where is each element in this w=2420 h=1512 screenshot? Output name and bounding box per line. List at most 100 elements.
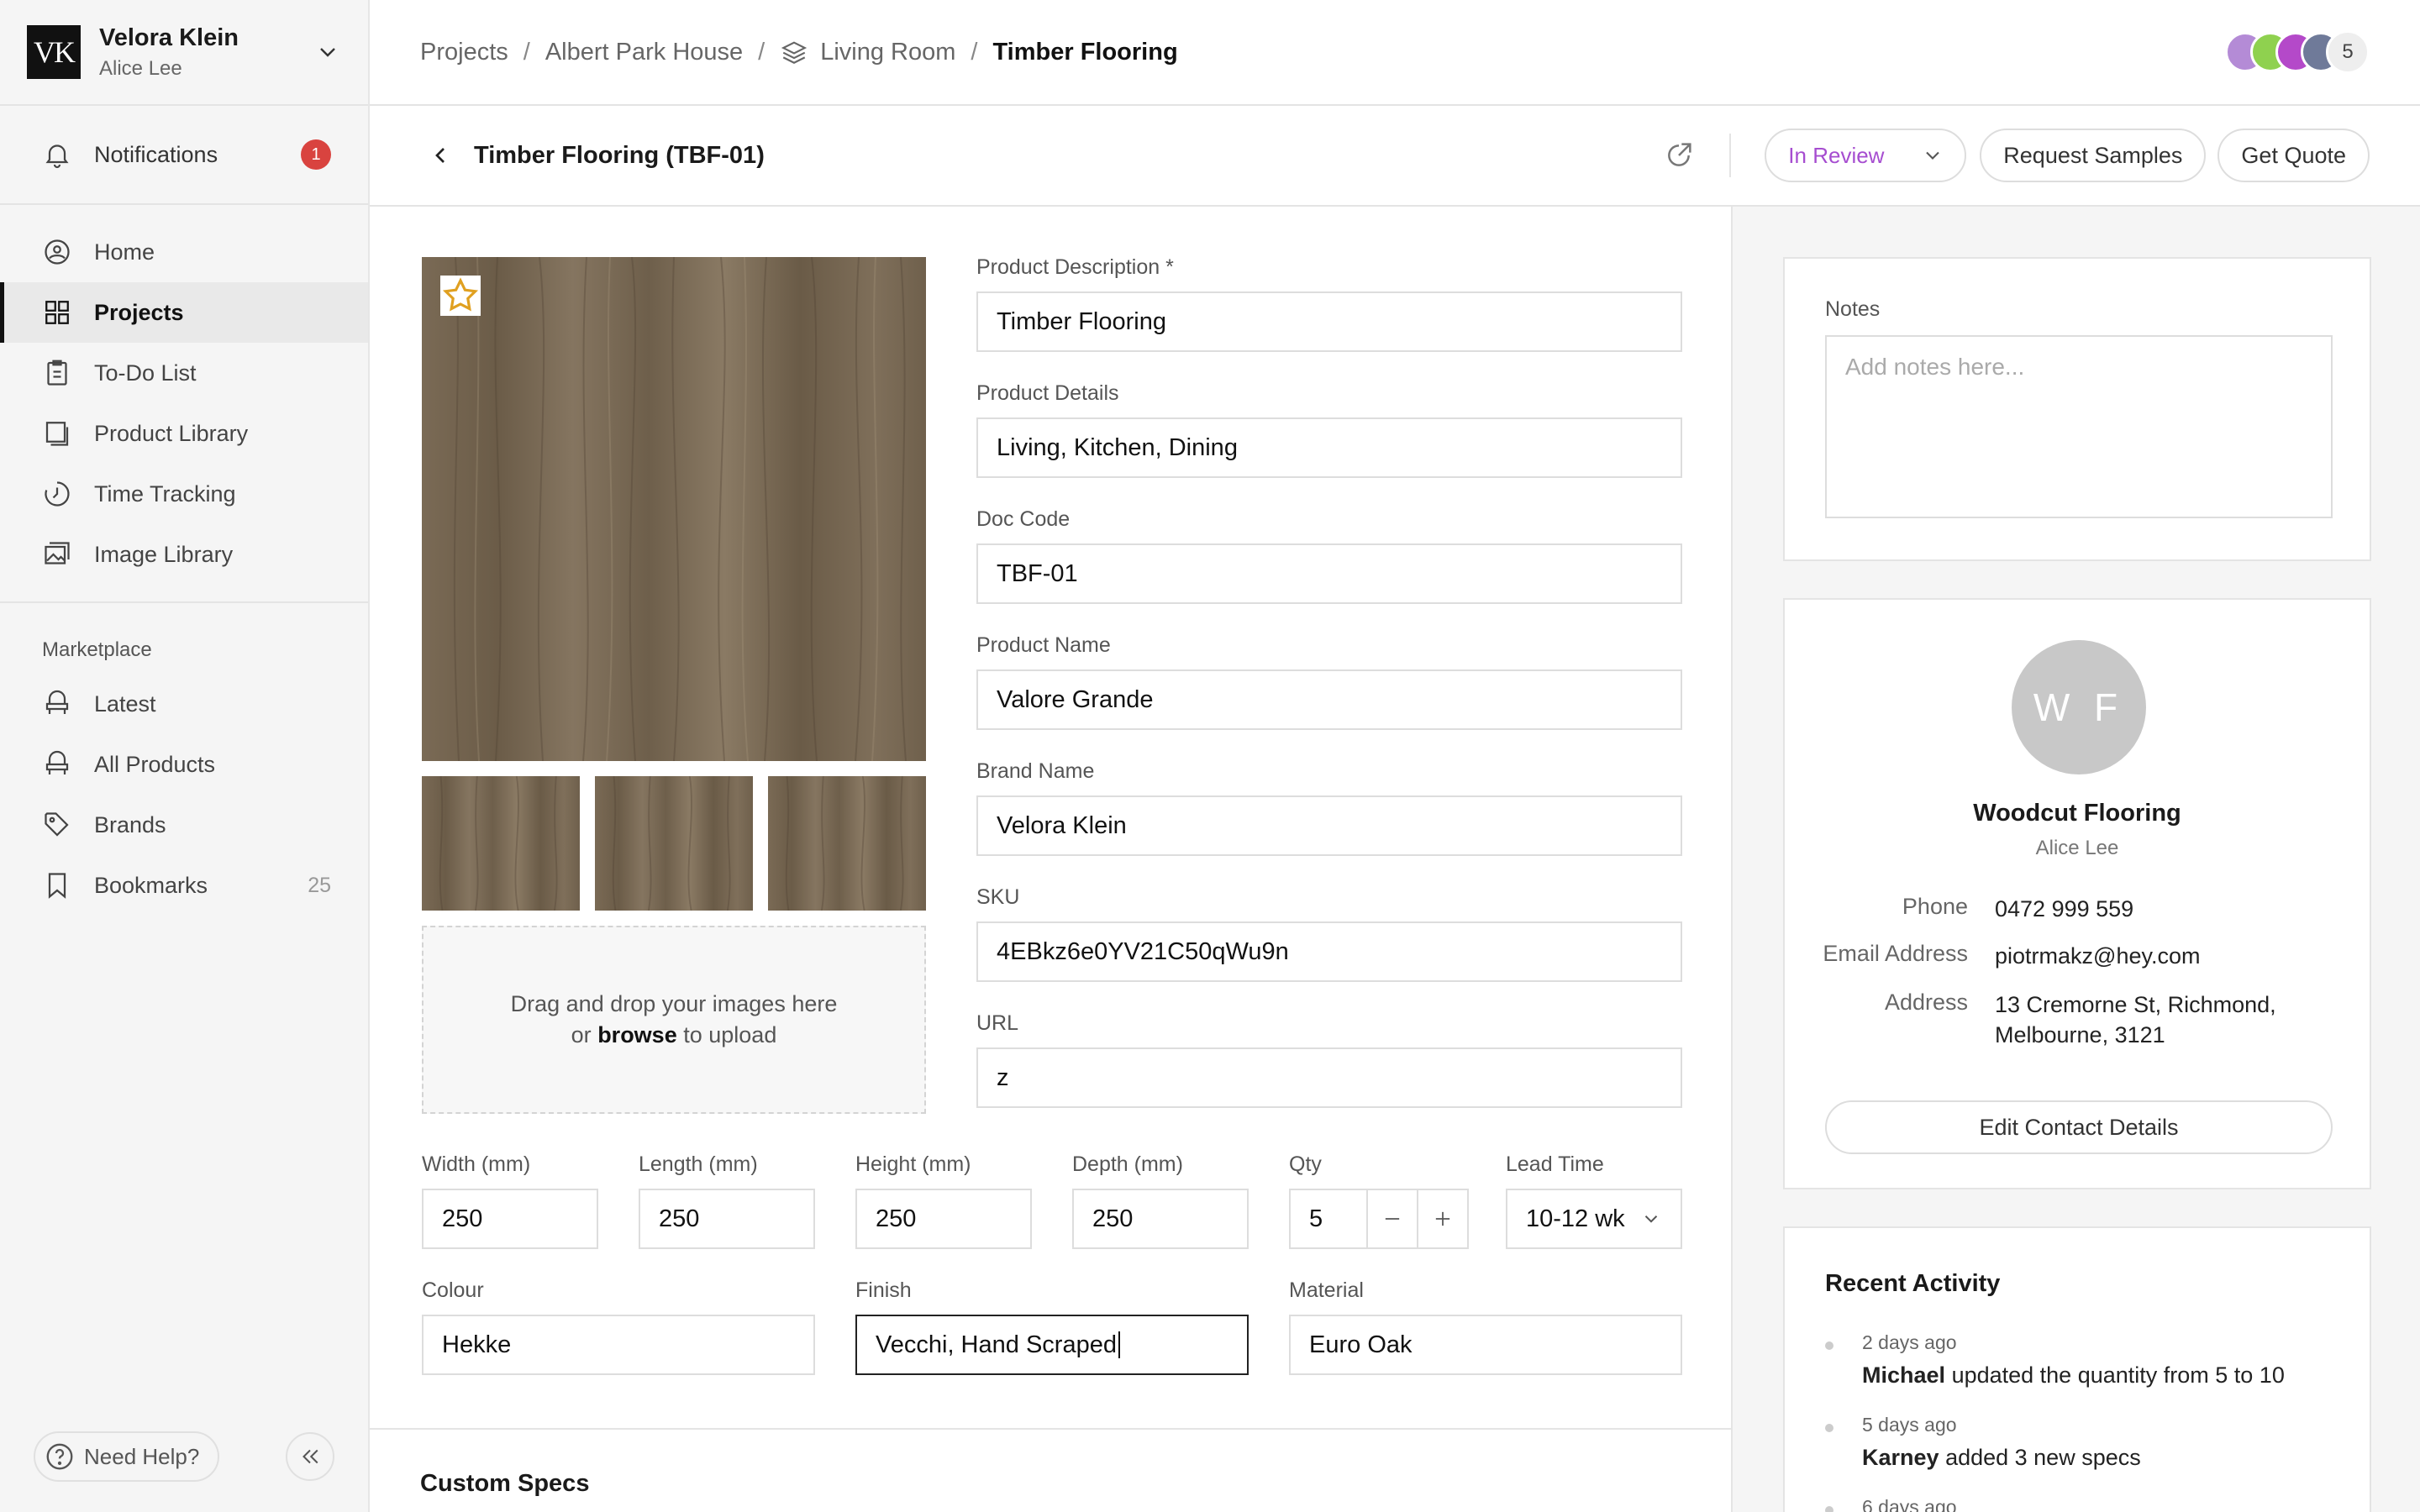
notes-textarea[interactable]: Add notes here... [1825, 335, 2333, 518]
height-input[interactable]: 250 [855, 1189, 1032, 1249]
image-icon [45, 542, 70, 564]
org-logo: VK [27, 25, 81, 79]
increment-button[interactable] [1418, 1189, 1469, 1249]
sidebar-item-time-tracking[interactable]: Time Tracking [0, 464, 368, 524]
chevron-down-icon [1926, 151, 1940, 160]
get-quote-button[interactable]: Get Quote [2217, 129, 2370, 182]
product-thumbnail[interactable] [768, 776, 926, 911]
sidebar-item-label: Time Tracking [94, 480, 236, 507]
dropzone-to-upload: to upload [683, 1022, 777, 1047]
product-description-input[interactable]: Timber Flooring [976, 291, 1682, 352]
sidebar-item-product-library[interactable]: Product Library [0, 403, 368, 464]
phone-row: Phone 0472 999 559 [1785, 894, 2373, 924]
breadcrumb-living-room[interactable]: Living Room [780, 38, 955, 66]
notification-count-badge: 1 [301, 139, 331, 170]
edit-contact-button[interactable]: Edit Contact Details [1825, 1100, 2333, 1154]
browse-link[interactable]: browse [597, 1022, 677, 1047]
org-switcher[interactable]: VK Velora Klein Alice Lee [0, 0, 368, 106]
wood-texture-image [422, 257, 926, 761]
length-input[interactable]: 250 [639, 1189, 815, 1249]
dropzone-browse-line: or browse to upload [571, 1020, 777, 1051]
back-button[interactable] [420, 135, 460, 176]
decrement-button[interactable] [1368, 1189, 1418, 1249]
url-input[interactable]: z [976, 1047, 1682, 1108]
sidebar-item-label: Product Library [94, 420, 249, 446]
star-icon [442, 277, 479, 312]
request-samples-button[interactable]: Request Samples [1980, 129, 2207, 182]
chevron-down-icon[interactable] [314, 39, 341, 66]
plus-icon [1435, 1211, 1450, 1226]
width-input[interactable]: 250 [422, 1189, 598, 1249]
field-label: Material [1289, 1278, 1364, 1302]
length-field: Length (mm) 250 [639, 1152, 815, 1249]
sidebar-item-image-library[interactable]: Image Library [0, 524, 368, 585]
notifications-label: Notifications [94, 141, 218, 167]
chair-icon [45, 690, 69, 714]
minus-icon [1385, 1218, 1400, 1220]
product-name-input[interactable]: Valore Grande [976, 669, 1682, 730]
breadcrumb-separator: / [971, 38, 978, 66]
address-line-1: 13 Cremorne St, Richmond, [1995, 992, 2276, 1017]
activity-text: Karney added 3 new specs [1862, 1445, 2329, 1471]
sidebar-item-label: Image Library [94, 541, 234, 567]
divider [1729, 134, 1732, 177]
bookmarks-count: 25 [308, 873, 331, 897]
chevron-left-icon [435, 148, 445, 163]
sidebar-item-notifications[interactable]: Notifications 1 [0, 106, 368, 205]
breadcrumb-separator: / [758, 38, 765, 66]
activity-time: 5 days ago [1862, 1414, 1957, 1436]
home-icon [45, 239, 70, 265]
status-dropdown[interactable]: In Review [1765, 129, 1967, 182]
breadcrumb-current: Timber Flooring [992, 38, 1178, 66]
depth-input[interactable]: 250 [1072, 1189, 1249, 1249]
field-label: Finish [855, 1278, 912, 1302]
sidebar-item-home[interactable]: Home [0, 222, 368, 282]
breadcrumb-projects[interactable]: Projects [420, 39, 508, 66]
external-link-icon[interactable] [1662, 139, 1696, 172]
email-value: piotrmakz@hey.com [1995, 943, 2201, 969]
product-details-input[interactable]: Living, Kitchen, Dining [976, 417, 1682, 478]
org-info: Velora Klein Alice Lee [99, 24, 314, 81]
product-form-panel: Drag and drop your images here or browse… [370, 207, 1731, 1512]
field-label: Width (mm) [422, 1152, 531, 1176]
depth-field: Depth (mm) 250 [1072, 1152, 1249, 1249]
chair-icon [45, 750, 69, 774]
help-label: Need Help? [84, 1443, 200, 1469]
product-name-field: Product Name Valore Grande [976, 633, 1682, 730]
finish-input[interactable]: Vecchi, Hand Scraped [855, 1315, 1249, 1375]
sidebar-item-label: Bookmarks [94, 872, 208, 898]
product-thumbnail[interactable] [595, 776, 753, 911]
activity-time: 2 days ago [1862, 1331, 1957, 1353]
sidebar-item-bookmarks[interactable]: Bookmarks 25 [0, 855, 368, 916]
collaborator-avatars[interactable]: 5 [2225, 30, 2370, 74]
height-field: Height (mm) 250 [855, 1152, 1032, 1249]
brand-name-input[interactable]: Velora Klein [976, 795, 1682, 856]
sidebar-item-label: Latest [94, 690, 156, 717]
clock-icon [45, 481, 70, 507]
sidebar-item-projects[interactable]: Projects [0, 282, 368, 343]
colour-input[interactable]: Hekke [422, 1315, 815, 1375]
lead-time-select[interactable]: 10-12 wk [1506, 1189, 1682, 1249]
help-button[interactable]: Need Help? [34, 1431, 220, 1482]
sidebar-item-latest[interactable]: Latest [0, 674, 368, 734]
sidebar-item-todo[interactable]: To-Do List [0, 343, 368, 403]
activity-description: updated the quantity from 5 to 10 [1951, 1362, 2285, 1388]
favourite-button[interactable] [440, 276, 481, 316]
product-main-image[interactable] [422, 257, 926, 761]
qty-input[interactable]: 5 [1289, 1189, 1368, 1249]
image-dropzone[interactable]: Drag and drop your images here or browse… [422, 926, 926, 1114]
collapse-sidebar-button[interactable] [286, 1432, 334, 1481]
field-label: URL [976, 1011, 1019, 1035]
activity-user: Karney [1862, 1445, 1939, 1470]
breadcrumb-albert-park-house[interactable]: Albert Park House [545, 39, 743, 66]
sidebar-item-brands[interactable]: Brands [0, 795, 368, 855]
book-icon [45, 422, 69, 446]
double-chevron-left-icon [302, 1449, 318, 1464]
product-description-field: Product Description * Timber Flooring [976, 255, 1682, 352]
doc-code-input[interactable]: TBF-01 [976, 543, 1682, 604]
sku-input[interactable]: 4EBkz6e0YV21C50qWu9n [976, 921, 1682, 982]
product-thumbnail[interactable] [422, 776, 580, 911]
address-value: 13 Cremorne St, Richmond, Melbourne, 312… [1995, 990, 2339, 1050]
material-input[interactable]: Euro Oak [1289, 1315, 1682, 1375]
sidebar-item-all-products[interactable]: All Products [0, 734, 368, 795]
